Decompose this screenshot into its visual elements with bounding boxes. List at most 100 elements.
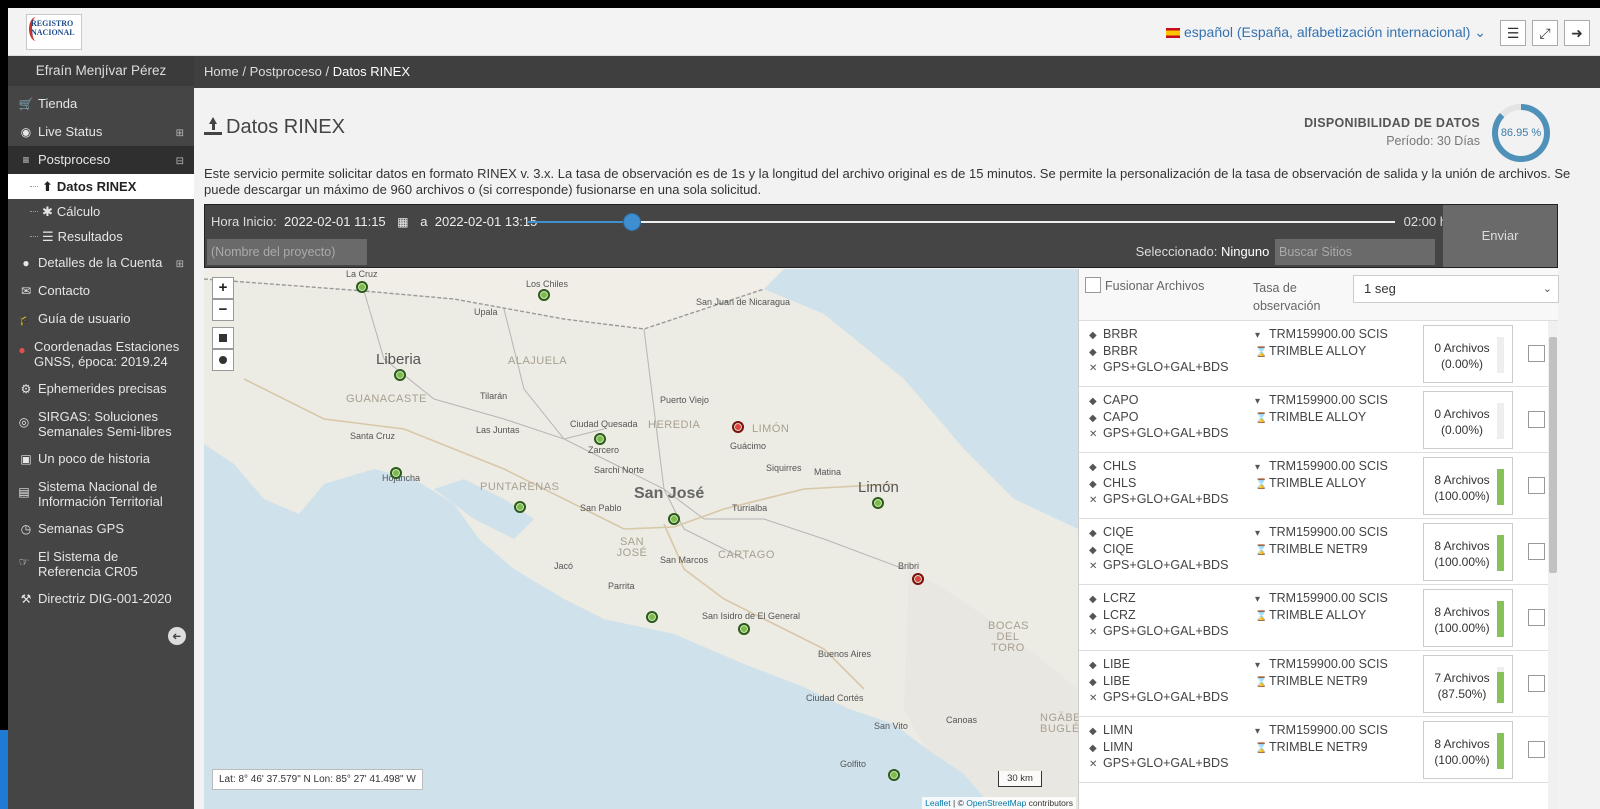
sidebar-item-contacto[interactable]: ✉ Contacto <box>8 277 194 305</box>
station-row[interactable]: ◆ CIQE ◆ CIQE ✕ GPS+GLO+GAL+BDS ▾ TRM159900.00 … <box>1079 519 1549 585</box>
pin-icon: ● <box>18 343 26 357</box>
language-selector[interactable]: español (España, alfabetización internac… <box>1165 24 1486 41</box>
breadcrumb-current: Datos RINEX <box>332 64 411 79</box>
rate-select[interactable]: 1 seg ⌄ <box>1353 275 1559 303</box>
station-row[interactable]: ◆ CAPO ◆ CAPO ✕ GPS+GLO+GAL+BDS ▾ TRM159900.00 … <box>1079 387 1549 453</box>
station-marker-parrita[interactable] <box>646 611 658 623</box>
tree-line <box>30 186 38 187</box>
files-count: 7 Archivos <box>1434 671 1490 685</box>
sidebar-item-detalles-cuenta[interactable]: ● Detalles de la Cuenta ⊞ <box>8 249 194 277</box>
station-row[interactable]: ◆ LIMN ◆ LIMN ✕ GPS+GLO+GAL+BDS ▾ TRM159900.00 … <box>1079 717 1549 783</box>
availability-bar-fill <box>1497 671 1504 703</box>
station-row[interactable]: ◆ LCRZ ◆ LCRZ ✕ GPS+GLO+GAL+BDS ▾ TRM159900.00 … <box>1079 585 1549 651</box>
antenna-icon: ▾ <box>1255 462 1261 473</box>
station-code: CAPO <box>1103 393 1139 407</box>
files-availability: 8 Archivos (100.00%) <box>1423 457 1513 515</box>
sidebar-item-cr05[interactable]: ☞ El Sistema de Referencia CR05 <box>8 543 194 585</box>
slider-handle[interactable] <box>622 213 641 231</box>
project-name-input[interactable]: (Nombre del proyecto) <box>207 239 367 265</box>
station-row[interactable]: ◆ BRBR ◆ BRBR ✕ GPS+GLO+GAL+BDS ▾ TRM159900.00 … <box>1079 321 1549 387</box>
station-marker-bribri-offline[interactable] <box>912 573 924 585</box>
sidebar-item-label: Sistema Nacional de Información Territor… <box>38 479 163 509</box>
sidebar-item-historia[interactable]: ▣ Un poco de historia <box>8 445 194 473</box>
station-select-checkbox[interactable] <box>1528 675 1545 692</box>
sidebar-item-sirgas[interactable]: ◎ SIRGAS: Soluciones Semanales Semi-libre… <box>8 403 194 445</box>
sidebar-item-postproceso[interactable]: ≡ Postproceso ⊟ <box>8 146 194 174</box>
scrollbar-thumb[interactable] <box>1549 337 1557 573</box>
chevron-down-icon: ⌄ <box>1474 24 1486 40</box>
station-select-checkbox[interactable] <box>1528 345 1545 362</box>
station-marker-chls[interactable] <box>538 289 550 301</box>
map-pin-icon: ◉ <box>20 125 32 139</box>
panel-options: Fusionar Archivos Tasa de observación 1 … <box>1079 269 1559 321</box>
station-code: CIQE <box>1103 525 1134 539</box>
sidebar-item-ephemerides[interactable]: ⚙ Ephemerides precisas <box>8 375 194 403</box>
breadcrumb-home[interactable]: Home <box>204 64 239 79</box>
sidebar-item-snit[interactable]: ▤ Sistema Nacional de Información Territo… <box>8 473 194 515</box>
window-edge <box>0 730 8 809</box>
station-marker-limn[interactable] <box>872 497 884 509</box>
station-select-checkbox[interactable] <box>1528 411 1545 428</box>
station-icon: ◆ <box>1089 544 1097 556</box>
receiver-icon: ⌛ <box>1255 610 1268 622</box>
station-marker-puntarenas[interactable] <box>514 501 526 513</box>
breadcrumb-postproceso[interactable]: Postproceso <box>250 64 322 79</box>
database-icon: ≡ <box>22 153 30 167</box>
files-percent: (100.00%) <box>1434 621 1490 635</box>
fullscreen-button[interactable]: ⤢ <box>1532 20 1558 46</box>
zoom-in-button[interactable]: + <box>212 277 234 299</box>
draw-circle-button[interactable] <box>212 349 234 371</box>
leaflet-link[interactable]: Leaflet <box>925 798 951 808</box>
station-list-scrollbar[interactable] <box>1548 321 1558 809</box>
station-row[interactable]: ◆ CHLS ◆ CHLS ✕ GPS+GLO+GAL+BDS ▾ TRM159900.00 … <box>1079 453 1549 519</box>
collapse-sidebar-button[interactable]: ➜ <box>168 627 186 645</box>
station-marker-sanisidro[interactable] <box>738 623 750 635</box>
collapse-toggle-icon[interactable]: ⊟ <box>176 154 184 169</box>
station-marker-sanjose[interactable] <box>668 513 680 525</box>
station-map[interactable]: La Cruz Los Chiles San Juan de Nicaragua… <box>204 269 1078 809</box>
station-marker-limon-offline[interactable] <box>732 421 744 433</box>
map-label: Parrita <box>608 581 635 591</box>
logout-button[interactable]: ➜ <box>1564 20 1590 46</box>
station-select-checkbox[interactable] <box>1528 543 1545 560</box>
registro-nacional-logo[interactable]: REGISTRO NACIONAL <box>26 14 82 50</box>
sidebar-item-semanas-gps[interactable]: ◷ Semanas GPS <box>8 515 194 543</box>
duration-slider[interactable] <box>527 213 1395 231</box>
station-marker-libe[interactable] <box>394 369 406 381</box>
menu-button[interactable]: ☰ <box>1500 20 1526 46</box>
station-select-checkbox[interactable] <box>1528 741 1545 758</box>
station-select-checkbox[interactable] <box>1528 477 1545 494</box>
osm-link[interactable]: OpenStreetMap <box>966 798 1026 808</box>
sidebar-item-directriz[interactable]: ⚒ Directriz DIG-001-2020 <box>8 585 194 613</box>
availability-bar-fill <box>1497 535 1504 571</box>
zoom-out-button[interactable]: − <box>212 299 234 321</box>
sidebar-item-live-status[interactable]: ◉ Live Status ⊞ <box>8 118 194 146</box>
station-row[interactable]: ◆ LIBE ◆ LIBE ✕ GPS+GLO+GAL+BDS ▾ TRM159900.00 … <box>1079 651 1549 717</box>
server-icon: ☰ <box>42 229 54 244</box>
station-marker-golfito[interactable] <box>888 769 900 781</box>
station-select-checkbox[interactable] <box>1528 609 1545 626</box>
calendar-icon[interactable]: ▦ <box>397 215 408 229</box>
draw-rectangle-button[interactable] <box>212 327 234 349</box>
station-info: ◆ LCRZ ◆ LCRZ ✕ GPS+GLO+GAL+BDS <box>1089 591 1228 641</box>
site-search-input[interactable]: Buscar Sitios <box>1275 239 1435 265</box>
equipment-info: ▾ TRM159900.00 SCIS ⌛ TRIMBLE NETR9 <box>1255 657 1388 690</box>
sidebar-subitem-datos-rinex[interactable]: ⬆ Datos RINEX <box>8 174 194 199</box>
user-name[interactable]: Efraín Menjívar Pérez <box>8 56 194 86</box>
sidebar-subitem-calculo[interactable]: ✱ Cálculo <box>8 199 194 224</box>
station-marker-hojancha[interactable] <box>390 467 402 479</box>
station-marker-ciqe[interactable] <box>594 433 606 445</box>
sidebar-item-tienda[interactable]: 🛒 Tienda <box>8 90 194 118</box>
attribution-text: contributors <box>1026 798 1073 808</box>
sidebar-item-guia[interactable]: 🎓 Guía de usuario <box>8 305 194 333</box>
files-availability: 8 Archivos (100.00%) <box>1423 523 1513 581</box>
station-marker-lcrz[interactable] <box>356 281 368 293</box>
expand-toggle-icon[interactable]: ⊞ <box>176 126 184 141</box>
sidebar-item-coordenadas[interactable]: ● Coordenadas Estaciones GNSS, época: 201… <box>8 333 194 375</box>
expand-toggle-icon[interactable]: ⊞ <box>176 257 184 272</box>
start-time-value[interactable]: 2022-02-01 11:15 <box>284 214 386 229</box>
submit-button[interactable]: Enviar <box>1443 205 1557 267</box>
merge-files-checkbox[interactable] <box>1085 277 1101 293</box>
files-text: 8 Archivos (100.00%) <box>1428 736 1496 768</box>
sidebar-subitem-resultados[interactable]: ☰ Resultados <box>8 224 194 249</box>
